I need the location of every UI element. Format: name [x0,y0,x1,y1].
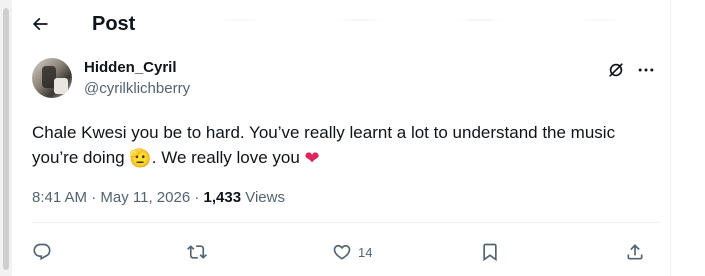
red-heart-emoji: ❤ [304,148,320,169]
scrollbar-thumb[interactable] [3,8,9,270]
more-button[interactable] [634,58,658,82]
avatar[interactable] [32,58,72,98]
header-background [200,0,670,45]
heart-icon [333,244,351,260]
repost-button[interactable] [187,234,207,270]
page-title: Post [92,12,136,35]
reply-icon [33,243,51,261]
back-button[interactable] [20,4,60,44]
user-handle[interactable]: @cyrilklichberry [84,79,190,99]
post-text: Chale Kwesi you be to hard. You’ve reall… [32,120,652,171]
like-button[interactable]: 14 [332,234,372,270]
divider [32,222,660,223]
top-bar: Post [20,0,135,48]
more-icon [638,68,654,72]
grok-button[interactable] [604,58,628,82]
author-block: Hidden_Cyril @cyrilklichberry [84,58,190,99]
like-count: 14 [358,244,373,260]
share-button[interactable] [625,234,645,270]
post-text-part-2: . We really love you [151,148,305,167]
post-time[interactable]: 8:41 AM [32,189,87,206]
scrollbar[interactable] [0,0,12,276]
bookmark-button[interactable] [480,234,500,270]
display-name[interactable]: Hidden_Cyril [84,58,190,78]
views-label: Views [245,189,285,206]
repost-icon [187,245,207,259]
reply-button[interactable] [32,234,52,270]
arrow-left-icon [32,17,48,31]
meta-separator: · [194,189,200,206]
bookmark-icon [483,243,497,262]
column-border [670,0,671,276]
action-bar: 14 [32,234,660,270]
post-date[interactable]: May 11, 2026 [100,189,190,206]
meta-separator: · [91,189,97,206]
post-meta: 8:41 AM · May 11, 2026 · 1,433 Views [32,189,285,206]
saluting-face-emoji: 🫡 [129,148,152,169]
views-count: 1,433 [203,189,242,206]
post-text-part-1: Chale Kwesi you be to hard. You’ve reall… [32,123,616,167]
share-icon [627,244,643,260]
grok-icon [609,63,623,77]
